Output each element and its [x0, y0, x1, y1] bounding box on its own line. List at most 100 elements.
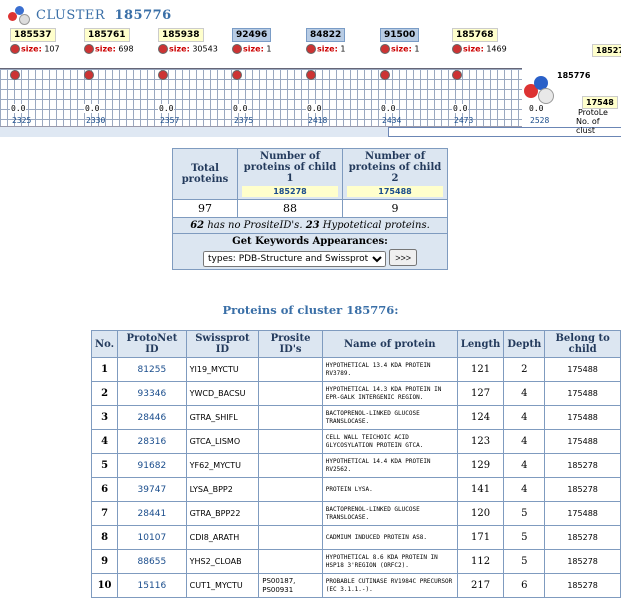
table-row: 2 93346 YWCD_BACSU HYPOTHETICAL 14.3 KDA PR…	[90, 381, 621, 406]
row-number: 2	[90, 381, 119, 406]
tree-node-label[interactable]: 84822	[306, 28, 346, 42]
tree-tick-label: 2528	[530, 116, 550, 125]
child1-link[interactable]: 185278	[242, 186, 338, 197]
child2-link[interactable]: 175488	[347, 186, 443, 197]
tree-node-label[interactable]: 185537	[10, 28, 56, 42]
size-label: size:	[391, 44, 412, 54]
prosite-ids	[258, 549, 323, 574]
table-row: 1 81255 YI19_MYCTU HYPOTHETICAL 13.4 KDA PR…	[90, 357, 621, 382]
tree-node-size: size: 1	[380, 44, 419, 54]
swissprot-id: YI19_MYCTU	[185, 357, 260, 382]
keywords-go-button[interactable]: >>>	[389, 249, 417, 266]
protein-length: 120	[456, 501, 505, 526]
table-row: 6 39747 LYSA_BPP2 PROTEIN LYSA. 141 4 185278	[90, 477, 621, 502]
keywords-type-select[interactable]: types: PDB-Structure and Swissprot	[203, 250, 387, 267]
parent-node-label[interactable]: 18527	[592, 44, 621, 57]
tree-node-icon[interactable]	[380, 70, 390, 80]
prosite-ids	[258, 525, 323, 550]
tree-node-label[interactable]: 185768	[452, 28, 498, 42]
proteins-title: Proteins of cluster 185776:	[222, 303, 399, 317]
protein-length: 124	[456, 405, 505, 430]
protonet-id-link[interactable]: 88655	[117, 549, 187, 574]
tree-node-label[interactable]: 91500	[380, 28, 420, 42]
proteins-table: No. ProtoNet ID Swissprot ID Prosite ID's Na…	[90, 330, 621, 598]
node-molecule-icon[interactable]	[306, 44, 316, 54]
size-label: size:	[243, 44, 264, 54]
belong-to-child: 185278	[544, 477, 621, 502]
protonet-id-link[interactable]: 91682	[117, 453, 187, 478]
protonet-id-link[interactable]: 10107	[117, 525, 187, 550]
column-header: Name of protein	[321, 330, 458, 358]
protonet-id-link[interactable]: 28441	[117, 501, 187, 526]
tree-node-label[interactable]: 185938	[158, 28, 204, 42]
node-molecule-icon[interactable]	[84, 44, 94, 54]
prosite-ids: PS00187, PS00931	[258, 573, 323, 598]
tree-node-label[interactable]: 185761	[84, 28, 130, 42]
column-header: Depth	[503, 330, 546, 358]
row-number: 3	[90, 405, 119, 430]
size-value: 1469	[483, 44, 507, 54]
swissprot-id: YHS2_CLOAB	[185, 549, 260, 574]
size-label: size:	[169, 44, 190, 54]
prosite-ids	[258, 477, 323, 502]
swissprot-id: GTCA_LISMO	[185, 429, 260, 454]
protonet-id-link[interactable]: 28316	[117, 429, 187, 454]
protein-depth: 4	[503, 381, 546, 406]
protonet-id-link[interactable]: 28446	[117, 405, 187, 430]
table-row: 9 88655 YHS2_CLOAB HYPOTHETICAL 8.6 KDA PRO…	[90, 549, 621, 574]
tree-tick-label: 2325	[12, 116, 32, 125]
prosite-ids	[258, 381, 323, 406]
table-row: 5 91682 YF62_MYCTU HYPOTHETICAL 14.4 KDA PR…	[90, 453, 621, 478]
size-label: size:	[463, 44, 484, 54]
child1-count: 88	[237, 199, 343, 218]
size-label: size:	[21, 44, 42, 54]
protein-depth: 2	[503, 357, 546, 382]
current-cluster-icon[interactable]	[520, 72, 560, 112]
no-of-clusters-label: No. of clust	[576, 117, 600, 135]
protein-depth: 5	[503, 525, 546, 550]
column-header: Length	[456, 330, 505, 358]
node-molecule-icon[interactable]	[380, 44, 390, 54]
protonet-id-link[interactable]: 81255	[117, 357, 187, 382]
protonet-id-link[interactable]: 93346	[117, 381, 187, 406]
tree-grid	[0, 68, 522, 128]
table-row: 7 28441 GTRA_BPP22 BACTOPRENOL-LINKED GLUCO…	[90, 501, 621, 526]
node-value: 0.0	[452, 104, 469, 113]
belong-to-child: 175488	[544, 357, 621, 382]
column-header: No.	[90, 330, 119, 358]
protein-name: BACTOPRENOL-LINKED GLUCOSE TRANSLOCASE.	[321, 501, 458, 526]
protein-length: 217	[456, 573, 505, 598]
tree-node-icon[interactable]	[84, 70, 94, 80]
tree-node-icon[interactable]	[10, 70, 20, 80]
child2-count: 9	[342, 199, 448, 218]
cluster-molecule-icon	[8, 6, 30, 25]
swissprot-id: YF62_MYCTU	[185, 453, 260, 478]
tree-node-icon[interactable]	[306, 70, 316, 80]
tree-node-icon[interactable]	[158, 70, 168, 80]
protonet-id-link[interactable]: 15116	[117, 573, 187, 598]
size-value: 1	[337, 44, 346, 54]
protein-depth: 4	[503, 477, 546, 502]
swissprot-id: YWCD_BACSU	[185, 381, 260, 406]
node-value: 0.0	[232, 104, 249, 113]
tree-node-icon[interactable]	[452, 70, 462, 80]
node-molecule-icon[interactable]	[232, 44, 242, 54]
size-value: 1	[263, 44, 272, 54]
tree-node-icon[interactable]	[232, 70, 242, 80]
column-header: Belong to child	[544, 330, 621, 358]
node-molecule-icon[interactable]	[10, 44, 20, 54]
protonet-id-link[interactable]: 39747	[117, 477, 187, 502]
belong-to-child: 175488	[544, 405, 621, 430]
cluster-tree-strip: 185537 size: 107 185761 size: 698 185938 size…	[0, 28, 621, 140]
prosite-ids	[258, 357, 323, 382]
protein-depth: 4	[503, 429, 546, 454]
size-label: size:	[317, 44, 338, 54]
size-value: 30543	[189, 44, 218, 54]
size-label: size:	[95, 44, 116, 54]
belong-to-child: 185278	[544, 549, 621, 574]
node-molecule-icon[interactable]	[452, 44, 462, 54]
node-molecule-icon[interactable]	[158, 44, 168, 54]
row-number: 9	[90, 549, 119, 574]
size-value: 107	[41, 44, 60, 54]
tree-node-label[interactable]: 92496	[232, 28, 272, 42]
